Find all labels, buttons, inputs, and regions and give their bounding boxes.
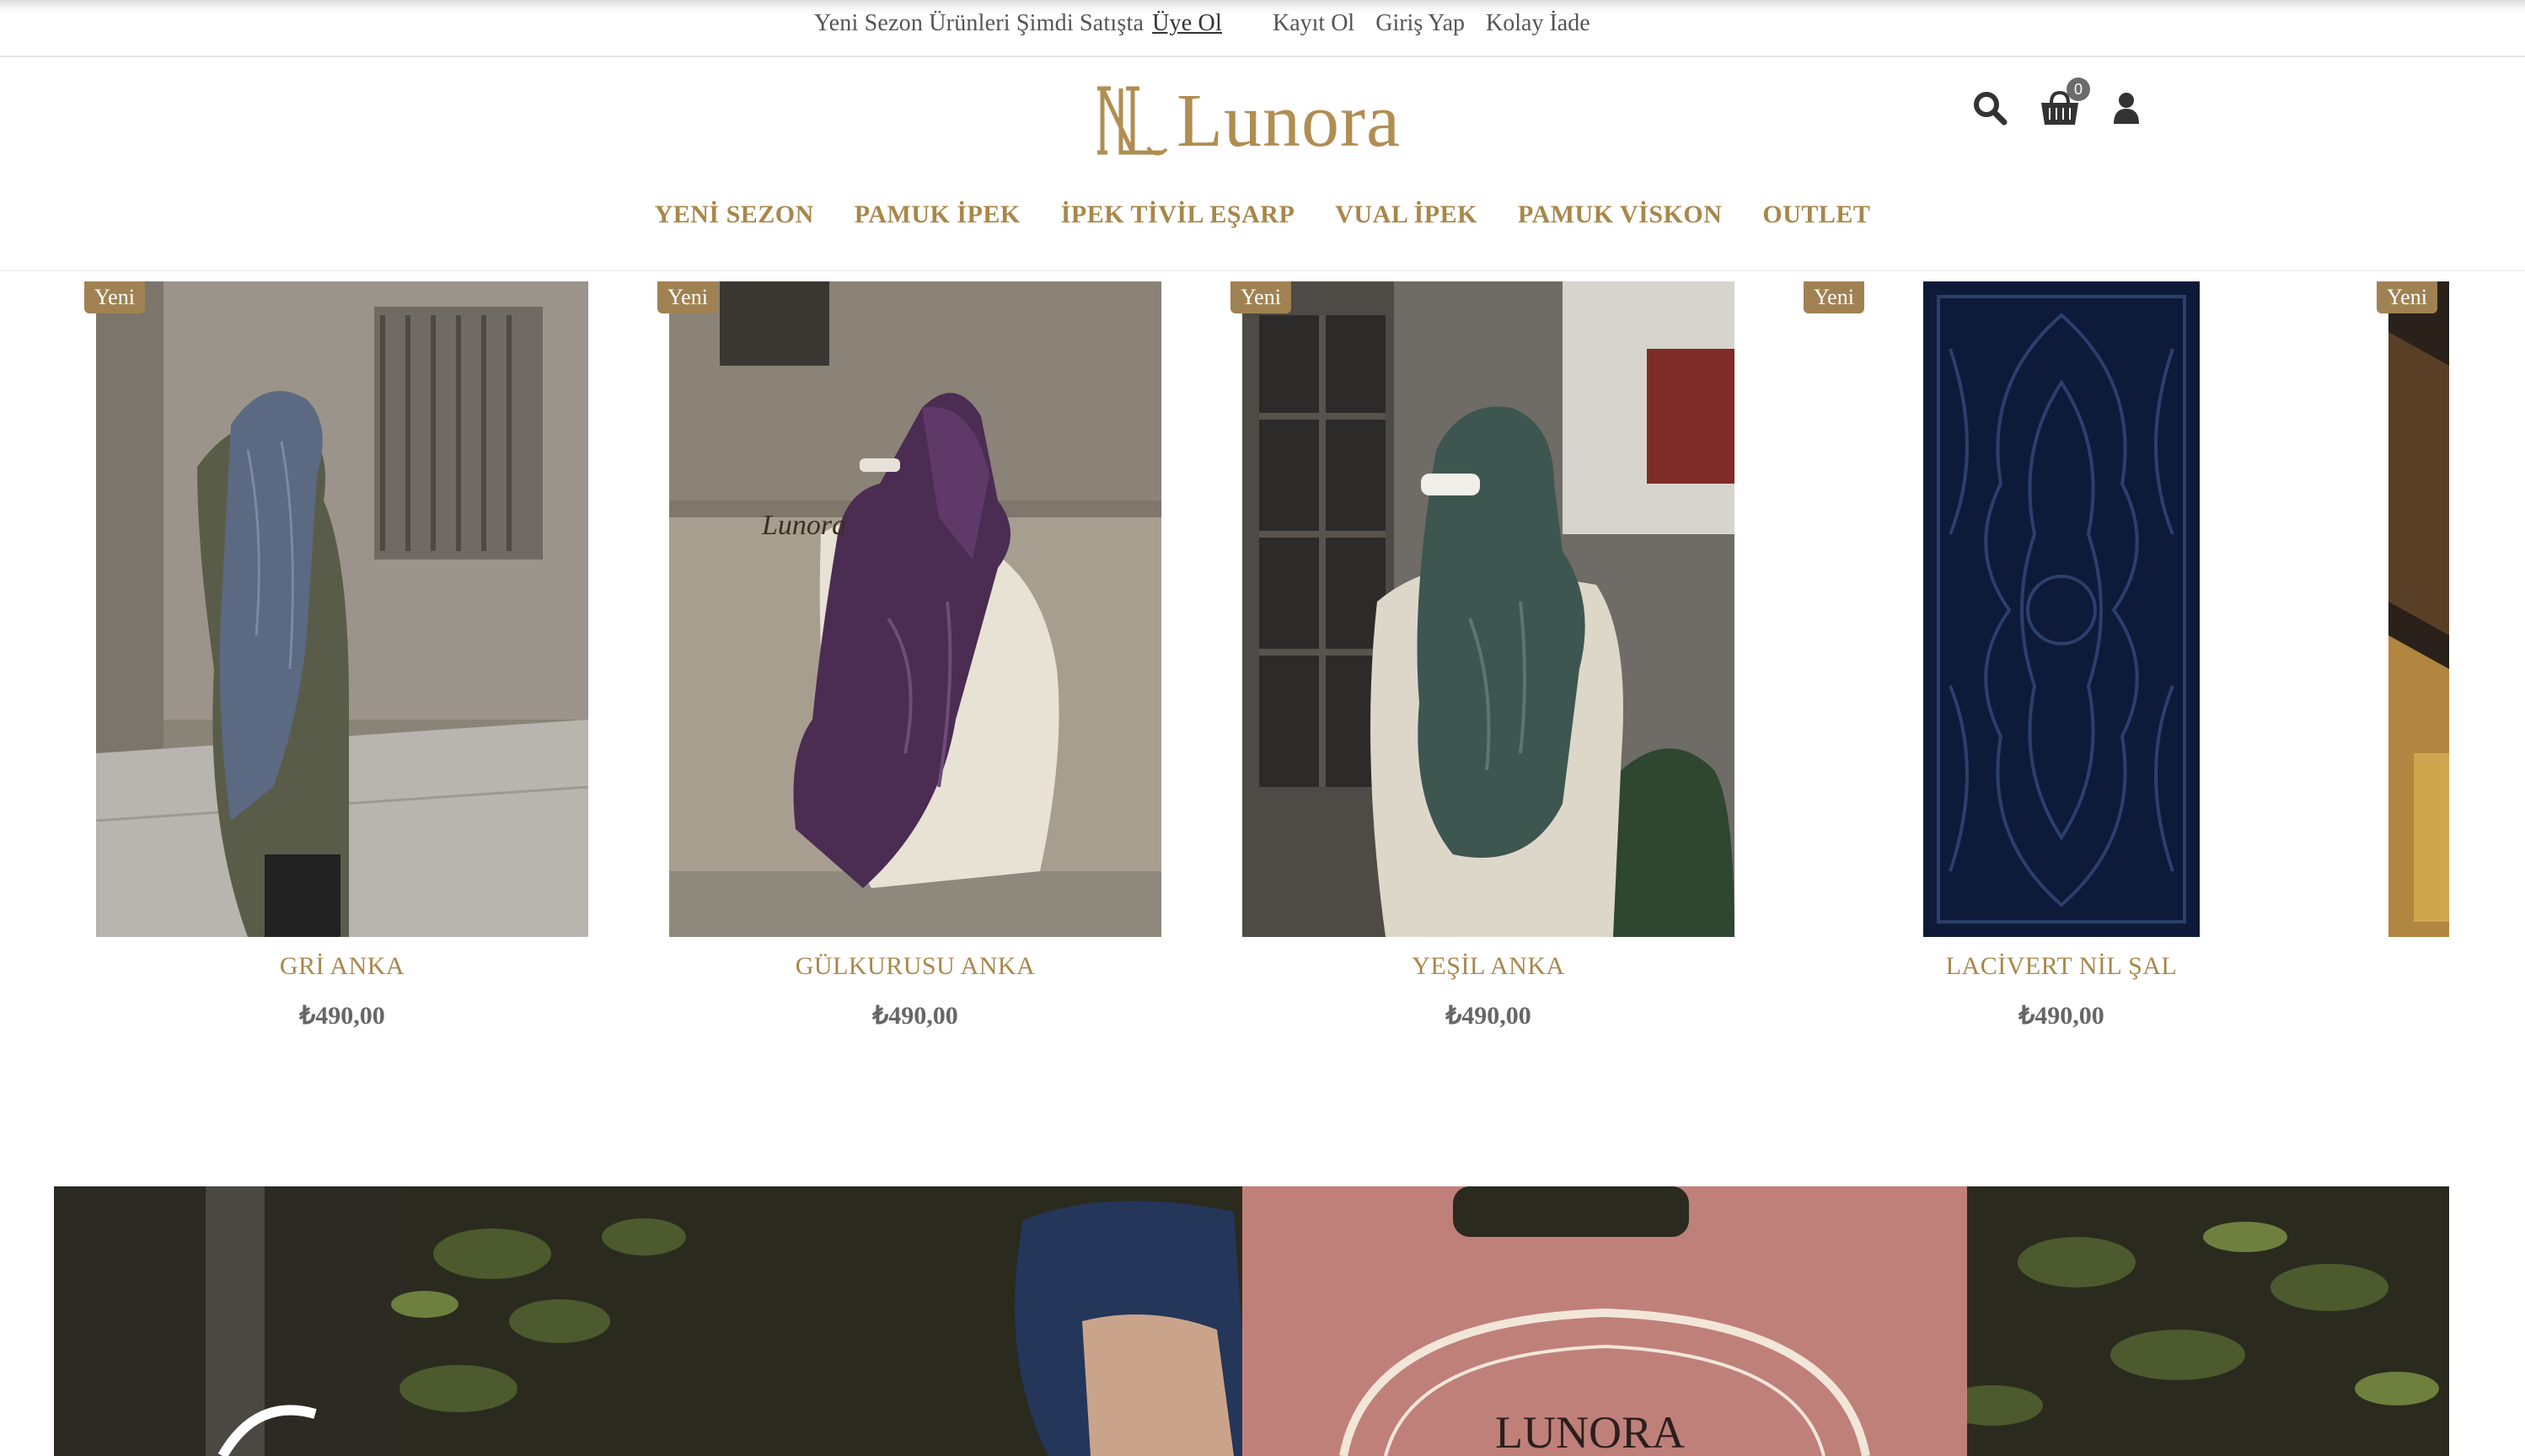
new-badge: Yeni xyxy=(2377,281,2437,313)
promo-banner[interactable]: LUNORA xyxy=(54,1186,2449,1456)
product-name[interactable]: LACİVERT NİL ŞAL xyxy=(1815,952,2308,981)
product-price: ₺490,00 xyxy=(872,1002,958,1030)
nav-ipek-tivil-esarp[interactable]: İPEK TİVİL EŞARP xyxy=(1061,201,1295,229)
announcement-text: Yeni Sezon Ürünleri Şimdi Satışta xyxy=(814,10,1145,36)
nav-vual-ipek[interactable]: VUAL İPEK xyxy=(1335,201,1477,229)
search-icon[interactable] xyxy=(1972,90,2008,126)
cart-count-badge: 0 xyxy=(2067,78,2090,101)
product-name[interactable]: GRİ ANKA xyxy=(96,952,588,981)
nav-yeni-sezon[interactable]: YENİ SEZON xyxy=(655,201,814,229)
new-badge: Yeni xyxy=(84,281,145,313)
brand-logo[interactable]: Lunora xyxy=(1096,74,1401,167)
new-badge: Yeni xyxy=(1804,281,1864,313)
nav-outlet[interactable]: OUTLET xyxy=(1762,201,1870,229)
announcement: Yeni Sezon Ürünleri Şimdi Satışta Üye Ol xyxy=(814,10,1222,37)
cart-button[interactable]: 0 xyxy=(2040,78,2090,126)
signup-link[interactable]: Üye Ol xyxy=(1152,10,1222,36)
site-header: Lunora 0 YENİ SEZON PAMUK İPEK İPEK TİVİ… xyxy=(0,57,2525,271)
product-image[interactable] xyxy=(1242,281,1734,937)
product-image[interactable] xyxy=(96,281,588,937)
product-name[interactable]: GÜLKURUSU ANKA xyxy=(669,952,1161,981)
new-badge: Yeni xyxy=(657,281,718,313)
header-icons: 0 xyxy=(1972,78,2141,126)
easy-return-link[interactable]: Kolay İade xyxy=(1486,10,1590,36)
new-badge: Yeni xyxy=(1230,281,1291,313)
login-link[interactable]: Giriş Yap xyxy=(1375,10,1465,36)
nav-pamuk-ipek[interactable]: PAMUK İPEK xyxy=(855,201,1021,229)
nav-pamuk-viskon[interactable]: PAMUK VİSKON xyxy=(1518,201,1722,229)
svg-text:LUNORA: LUNORA xyxy=(1495,1407,1685,1456)
top-announcement-bar: Yeni Sezon Ürünleri Şimdi Satışta Üye Ol … xyxy=(0,0,2525,57)
product-price: ₺490,00 xyxy=(2018,1002,2104,1030)
product-price: ₺490,00 xyxy=(299,1002,385,1030)
account-links: Kayıt Ol Giriş Yap Kolay İade xyxy=(1273,10,1606,37)
register-link[interactable]: Kayıt Ol xyxy=(1273,10,1354,36)
product-image[interactable]: Lunora xyxy=(669,281,1161,937)
svg-text:Lunora: Lunora xyxy=(761,510,846,541)
product-image[interactable] xyxy=(2388,281,2449,937)
logo-monogram-icon xyxy=(1097,86,1168,156)
user-icon[interactable] xyxy=(2112,92,2141,124)
brand-wordmark: Lunora xyxy=(1177,78,1401,163)
main-navigation: YENİ SEZON PAMUK İPEK İPEK TİVİL EŞARP V… xyxy=(0,201,2525,229)
product-name[interactable]: YEŞİL ANKA xyxy=(1242,952,1734,981)
product-price: ₺490,00 xyxy=(1445,1002,1531,1030)
product-image[interactable] xyxy=(1815,281,2308,937)
